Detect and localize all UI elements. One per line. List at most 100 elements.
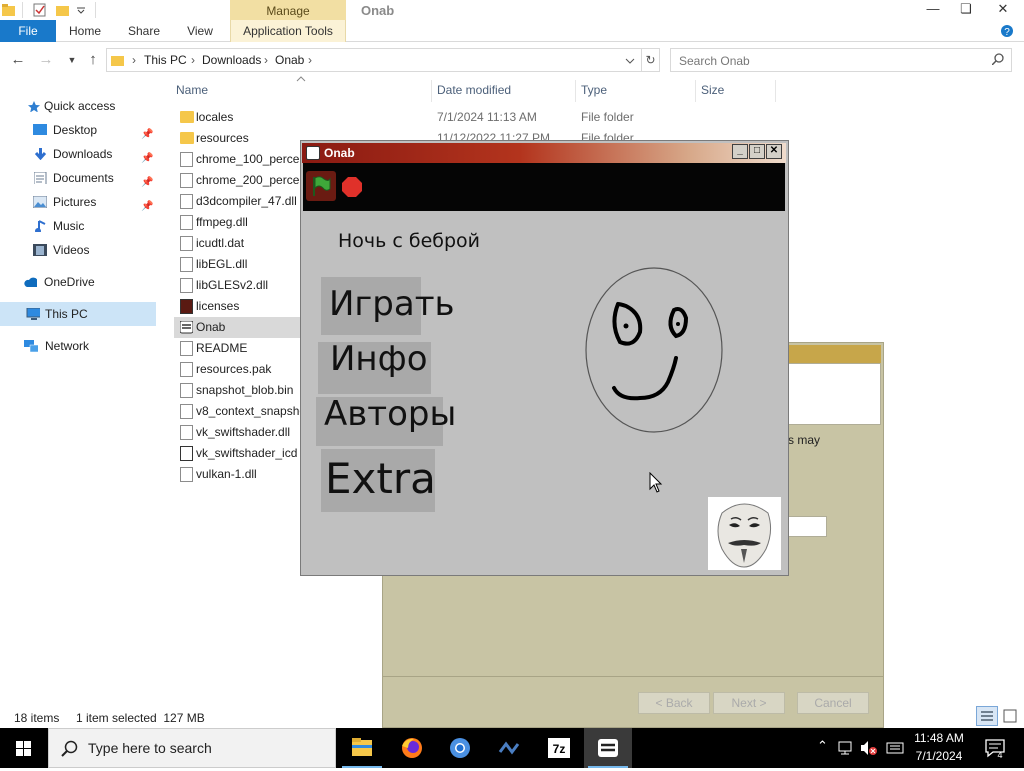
- onab-minimize-button[interactable]: _: [732, 144, 748, 159]
- tab-home[interactable]: Home: [60, 20, 110, 42]
- breadcrumb-onab[interactable]: Onab: [275, 53, 304, 67]
- column-divider[interactable]: [775, 80, 776, 102]
- nav-label: Music: [53, 219, 85, 233]
- show-hidden-icons-button[interactable]: ⌃: [817, 738, 828, 754]
- taskbar-onab[interactable]: [584, 728, 632, 768]
- column-divider[interactable]: [695, 80, 696, 102]
- search-icon: [992, 53, 1004, 65]
- tab-file[interactable]: File: [0, 20, 56, 42]
- installer-path-field[interactable]: [785, 516, 827, 537]
- onab-app-icon: [598, 739, 618, 757]
- nav-label: OneDrive: [44, 275, 95, 289]
- tab-application-tools[interactable]: Application Tools: [230, 20, 346, 42]
- onab-maximize-button[interactable]: □: [749, 144, 765, 159]
- nav-this-pc[interactable]: This PC: [0, 302, 156, 326]
- tab-share[interactable]: Share: [118, 20, 170, 42]
- next-button[interactable]: Next >: [713, 692, 785, 714]
- file-row-selected[interactable]: Onab: [174, 317, 300, 338]
- dll-file-icon: [180, 194, 193, 209]
- clock-date[interactable]: 7/1/2024: [912, 749, 966, 763]
- qa-divider: [95, 2, 96, 18]
- taskbar-firefox[interactable]: [388, 728, 436, 768]
- json-file-icon: [180, 446, 193, 461]
- mouse-cursor-icon: [649, 472, 663, 493]
- large-icons-view-icon: [1003, 709, 1017, 723]
- chromium-icon: [450, 738, 470, 758]
- nav-quick-access[interactable]: Quick access: [0, 95, 156, 117]
- volume-muted-icon[interactable]: [860, 740, 878, 756]
- nav-videos[interactable]: Videos: [0, 239, 156, 261]
- up-button[interactable]: ↑: [83, 50, 103, 70]
- customize-qa-icon[interactable]: [76, 5, 86, 15]
- back-button[interactable]: < Back: [638, 692, 710, 714]
- column-header-size[interactable]: Size: [701, 80, 724, 100]
- search-input[interactable]: Search Onab: [670, 48, 1012, 72]
- restore-button[interactable]: ❏: [947, 0, 985, 20]
- star-icon: [28, 101, 40, 112]
- refresh-button[interactable]: ↻: [642, 48, 660, 72]
- taskbar-file-explorer[interactable]: [338, 728, 386, 768]
- file-name: libGLESv2.dll: [196, 278, 269, 292]
- file-explorer-icon: [352, 738, 372, 756]
- address-bar[interactable]: › This PC › Downloads › Onab ›: [106, 48, 642, 72]
- dll-file-icon: [180, 257, 193, 272]
- folder-icon: [2, 4, 15, 16]
- onab-titlebar[interactable]: [302, 143, 786, 163]
- column-divider[interactable]: [431, 80, 432, 102]
- nav-pictures[interactable]: Pictures 📌: [0, 191, 156, 213]
- file-name: resources: [196, 131, 249, 145]
- large-icons-view-button[interactable]: [1000, 706, 1020, 726]
- green-flag-button[interactable]: [306, 171, 336, 201]
- taskbar-chrome[interactable]: [436, 728, 484, 768]
- info-button[interactable]: Инфо: [318, 342, 431, 394]
- app-icon: [180, 321, 193, 334]
- help-icon[interactable]: ?: [1000, 24, 1014, 38]
- keyboard-icon[interactable]: [886, 740, 904, 756]
- clock-time[interactable]: 11:48 AM: [912, 731, 966, 745]
- close-button[interactable]: ✕: [984, 0, 1022, 20]
- file-row[interactable]: locales 7/1/2024 11:13 AM File folder: [174, 107, 774, 128]
- new-folder-icon[interactable]: [56, 3, 70, 17]
- properties-icon[interactable]: [33, 3, 47, 17]
- installer-header: [785, 345, 881, 363]
- taskbar-7zip[interactable]: 7z: [535, 728, 583, 768]
- column-header-type[interactable]: Type: [581, 80, 607, 100]
- breadcrumb-downloads[interactable]: Downloads: [202, 53, 261, 67]
- firefox-icon: [402, 738, 422, 758]
- taskbar-app-dots[interactable]: [486, 728, 534, 768]
- breadcrumb-separator: ›: [308, 53, 312, 67]
- file-name: vulkan-1.dll: [196, 467, 257, 481]
- nav-onedrive[interactable]: OneDrive: [0, 271, 156, 293]
- authors-button[interactable]: Авторы: [316, 397, 456, 446]
- nav-network[interactable]: Network: [0, 335, 156, 357]
- details-view-button[interactable]: [976, 706, 998, 726]
- file-name: v8_context_snapshot: [196, 404, 310, 418]
- column-header-name[interactable]: Name: [176, 80, 208, 100]
- chevron-down-icon[interactable]: [625, 56, 635, 66]
- network-icon[interactable]: [838, 740, 856, 756]
- network-icon: [24, 340, 38, 352]
- forward-button[interactable]: →: [36, 50, 56, 70]
- file-name: icudtl.dat: [196, 236, 245, 250]
- nav-documents[interactable]: Documents 📌: [0, 167, 156, 189]
- nav-music[interactable]: Music: [0, 215, 156, 237]
- file-name: vk_swiftshader_icd: [196, 446, 298, 460]
- onab-close-button[interactable]: ✕: [766, 144, 782, 159]
- play-button[interactable]: Играть: [321, 277, 455, 335]
- extra-button[interactable]: Extra: [321, 449, 436, 512]
- tab-view[interactable]: View: [176, 20, 224, 42]
- recent-locations-button[interactable]: ▼: [62, 50, 82, 70]
- start-button[interactable]: [0, 728, 48, 768]
- breadcrumb-this-pc[interactable]: This PC: [144, 53, 187, 67]
- computer-icon: [26, 308, 40, 320]
- stop-icon[interactable]: [341, 176, 363, 198]
- cancel-button[interactable]: Cancel: [797, 692, 869, 714]
- column-divider[interactable]: [575, 80, 576, 102]
- back-button[interactable]: ←: [8, 50, 28, 70]
- file-icon: [180, 152, 193, 167]
- file-name: chrome_100_percent.: [196, 152, 313, 166]
- dll-file-icon: [180, 278, 193, 293]
- nav-downloads[interactable]: Downloads 📌: [0, 143, 156, 165]
- nav-desktop[interactable]: Desktop 📌: [0, 119, 156, 141]
- column-header-date[interactable]: Date modified: [437, 80, 511, 100]
